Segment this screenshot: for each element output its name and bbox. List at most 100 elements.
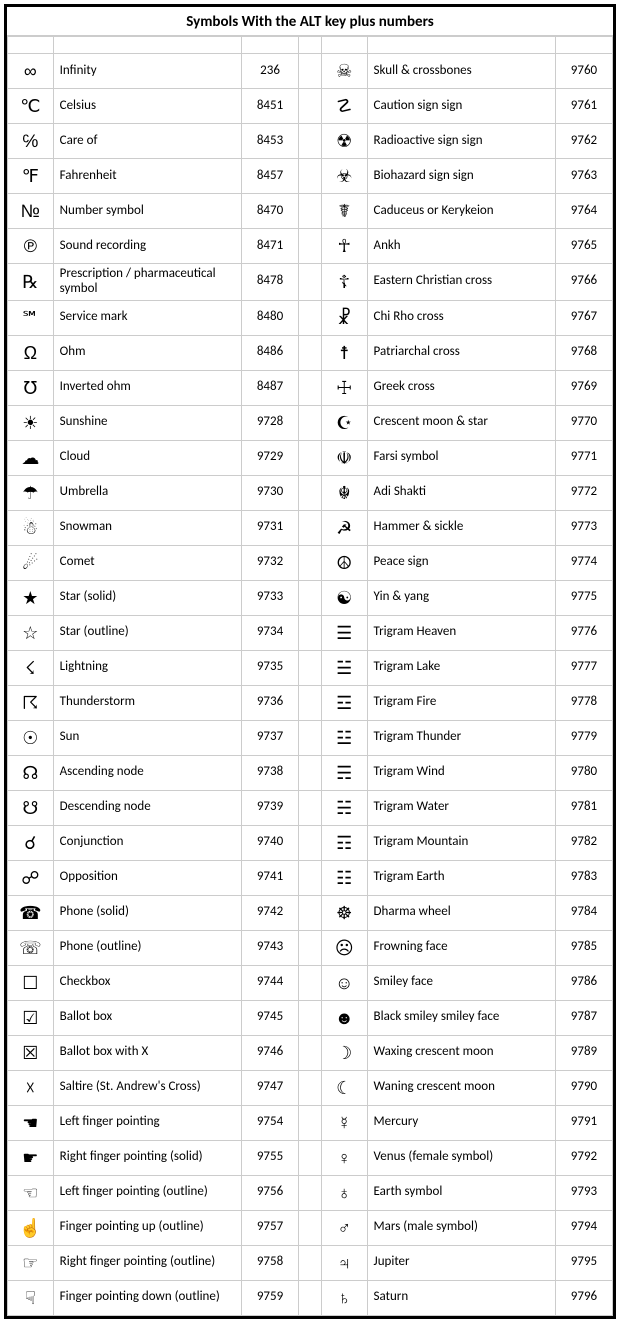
alt-code: 8453 — [242, 124, 299, 159]
alt-code: 9794 — [555, 1210, 612, 1245]
column-separator — [299, 159, 322, 194]
alt-code: 9731 — [242, 510, 299, 545]
alt-code: 9771 — [555, 440, 612, 475]
alt-code: 9734 — [242, 615, 299, 650]
symbol-description: Fahrenheit — [53, 159, 241, 194]
alt-code: 8486 — [242, 335, 299, 370]
symbol-description: Peace sign — [367, 545, 555, 580]
symbol-description: Dharma wheel — [367, 895, 555, 930]
table-row: ΩOhm8486☨Patriarchal cross9768 — [8, 335, 613, 370]
symbol-glyph: ☠ — [321, 54, 367, 89]
table-row: ☏Phone (outline)9743☹Frowning face9785 — [8, 930, 613, 965]
alt-code: 9763 — [555, 159, 612, 194]
table-row: ☞Right finger pointing (outline)9758♃Jup… — [8, 1245, 613, 1280]
symbol-description: Left finger pointing (outline) — [53, 1175, 241, 1210]
table-row: ☌Conjunction9740☶Trigram Mountain9782 — [8, 825, 613, 860]
alt-code: 8480 — [242, 300, 299, 335]
symbol-description: Care of — [53, 124, 241, 159]
symbol-description: Prescription / pharmaceutical symbol — [53, 264, 241, 301]
table-row: ☇Lightning9735☱Trigram Lake9777 — [8, 650, 613, 685]
alt-code: 9777 — [555, 650, 612, 685]
table-row: ☛Right finger pointing (solid)9755♀Venus… — [8, 1140, 613, 1175]
symbol-glyph: ☰ — [321, 615, 367, 650]
alt-code: 9786 — [555, 965, 612, 1000]
symbol-description: Frowning face — [367, 930, 555, 965]
symbol-glyph: ☤ — [321, 194, 367, 229]
symbol-glyph: ☲ — [321, 685, 367, 720]
alt-code: 9787 — [555, 1000, 612, 1035]
symbol-description: Greek cross — [367, 370, 555, 405]
table-row: ☝Finger pointing up (outline)9757♂Mars (… — [8, 1210, 613, 1245]
symbol-description: Phone (outline) — [53, 930, 241, 965]
symbol-glyph: ☉ — [8, 720, 54, 755]
symbol-glyph: ☏ — [8, 930, 54, 965]
symbol-glyph: № — [8, 194, 54, 229]
table-row: ☆Star (outline)9734☰Trigram Heaven9776 — [8, 615, 613, 650]
alt-code: 9735 — [242, 650, 299, 685]
table-row: ☍Opposition9741☷Trigram Earth9783 — [8, 860, 613, 895]
alt-code: 9785 — [555, 930, 612, 965]
table-row: ☎Phone (solid)9742☸Dharma wheel9784 — [8, 895, 613, 930]
table-row: ☊Ascending node9738☴Trigram Wind9780 — [8, 755, 613, 790]
alt-code: 8487 — [242, 370, 299, 405]
alt-code: 9769 — [555, 370, 612, 405]
column-separator — [299, 545, 322, 580]
alt-code: 9743 — [242, 930, 299, 965]
table-row: ☈Thunderstorm9736☲Trigram Fire9778 — [8, 685, 613, 720]
symbol-glyph: ☩ — [321, 370, 367, 405]
alt-code: 9766 — [555, 264, 612, 301]
symbol-glyph: ☸ — [321, 895, 367, 930]
symbol-glyph: ☐ — [8, 965, 54, 1000]
alt-code: 9746 — [242, 1035, 299, 1070]
symbol-glyph: ☮ — [321, 545, 367, 580]
column-separator — [299, 1245, 322, 1280]
symbol-description: Yin & yang — [367, 580, 555, 615]
alt-code: 9742 — [242, 895, 299, 930]
symbol-glyph: ☧ — [321, 300, 367, 335]
table-row: ☀Sunshine9728☪Crescent moon & star9770 — [8, 405, 613, 440]
symbol-glyph: ☋ — [8, 790, 54, 825]
column-separator — [299, 300, 322, 335]
alt-code: 9780 — [555, 755, 612, 790]
column-separator — [299, 720, 322, 755]
alt-code: 9772 — [555, 475, 612, 510]
alt-code: 9774 — [555, 545, 612, 580]
alt-code: 8457 — [242, 159, 299, 194]
symbol-glyph: ♃ — [321, 1245, 367, 1280]
alt-code: 9729 — [242, 440, 299, 475]
alt-code: 9768 — [555, 335, 612, 370]
symbol-description: Ballot box with X — [53, 1035, 241, 1070]
symbol-description: Umbrella — [53, 475, 241, 510]
symbol-description: Mercury — [367, 1105, 555, 1140]
symbol-glyph: ☿ — [321, 1105, 367, 1140]
alt-code: 8471 — [242, 229, 299, 264]
table-row: ℉Fahrenheit8457☣Biohazard sign sign9763 — [8, 159, 613, 194]
symbol-description: Service mark — [53, 300, 241, 335]
table-row: ℃Celsius8451☡Caution sign sign9761 — [8, 89, 613, 124]
symbol-glyph: ☽ — [321, 1035, 367, 1070]
symbol-description: Right finger pointing (solid) — [53, 1140, 241, 1175]
symbol-description: Biohazard sign sign — [367, 159, 555, 194]
column-separator — [299, 1035, 322, 1070]
symbol-glyph: ☜ — [8, 1175, 54, 1210]
symbol-glyph: ♄ — [321, 1280, 367, 1315]
symbol-description: Finger pointing up (outline) — [53, 1210, 241, 1245]
symbol-description: Mars (male symbol) — [367, 1210, 555, 1245]
symbol-description: Sound recording — [53, 229, 241, 264]
symbol-glyph: ♂ — [321, 1210, 367, 1245]
alt-code: 9757 — [242, 1210, 299, 1245]
symbol-description: Left finger pointing — [53, 1105, 241, 1140]
alt-code: 8451 — [242, 89, 299, 124]
alt-code-table: ∞Infinity236☠Skull & crossbones9760℃Cels… — [7, 36, 613, 1316]
symbol-glyph: ☃ — [8, 510, 54, 545]
symbol-glyph: ☨ — [321, 335, 367, 370]
alt-code: 9792 — [555, 1140, 612, 1175]
alt-code: 9732 — [242, 545, 299, 580]
symbol-table-frame: Symbols With the ALT key plus numbers ∞I… — [4, 4, 616, 1319]
alt-code: 9783 — [555, 860, 612, 895]
symbol-glyph: ☊ — [8, 755, 54, 790]
table-row: ∞Infinity236☠Skull & crossbones9760 — [8, 54, 613, 89]
alt-code: 9759 — [242, 1280, 299, 1315]
symbol-glyph: ☈ — [8, 685, 54, 720]
symbol-glyph: ☭ — [321, 510, 367, 545]
